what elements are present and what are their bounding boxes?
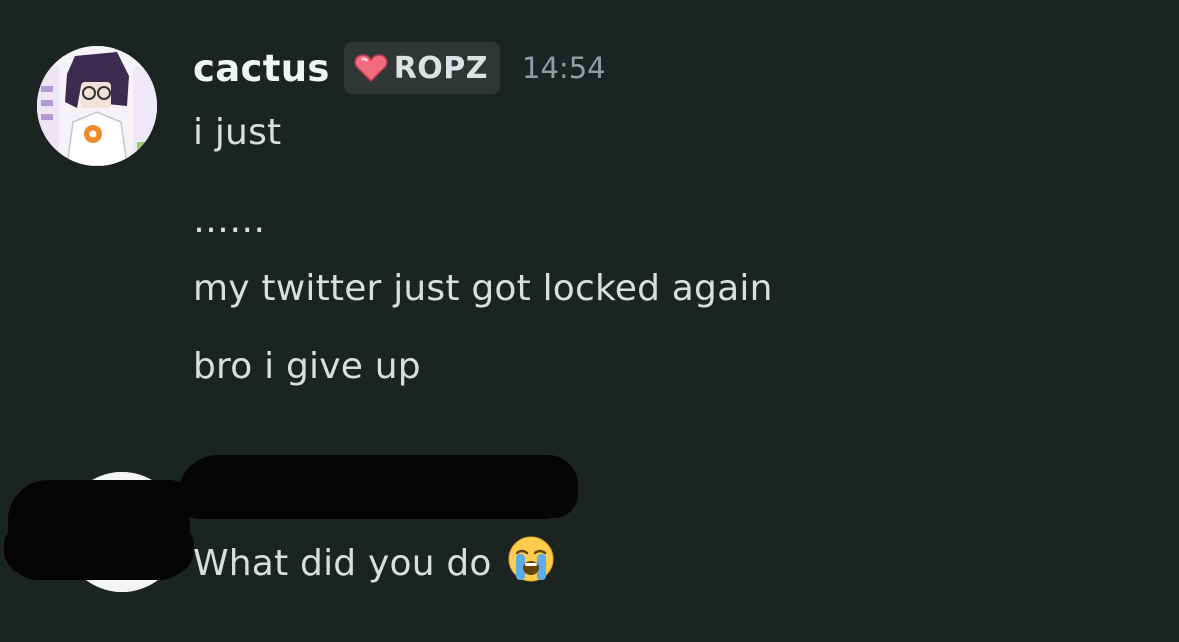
message-text: What did you do xyxy=(193,543,492,584)
message-line: What did you do xyxy=(193,535,555,584)
username[interactable]: cactus xyxy=(193,47,330,90)
guild-tag[interactable]: ROPZ xyxy=(343,42,501,94)
chat-view: cactus ROPZ 14:54 i just …… my twitter j… xyxy=(0,0,1179,642)
loudly-crying-face-icon xyxy=(508,536,554,582)
message-line: …… xyxy=(193,200,266,241)
message-header: cactus ROPZ 14:54 xyxy=(193,42,606,94)
message-line: i just xyxy=(193,112,282,153)
guild-tag-label: ROPZ xyxy=(393,50,489,86)
redaction-mark xyxy=(4,520,194,576)
message-line: my twitter just got locked again xyxy=(193,268,773,309)
avatar[interactable] xyxy=(37,46,157,166)
avatar-art xyxy=(37,46,157,166)
message-line: bro i give up xyxy=(193,346,421,387)
timestamp: 14:54 xyxy=(522,51,606,85)
heart-icon xyxy=(354,54,388,83)
redaction-mark xyxy=(200,470,578,518)
